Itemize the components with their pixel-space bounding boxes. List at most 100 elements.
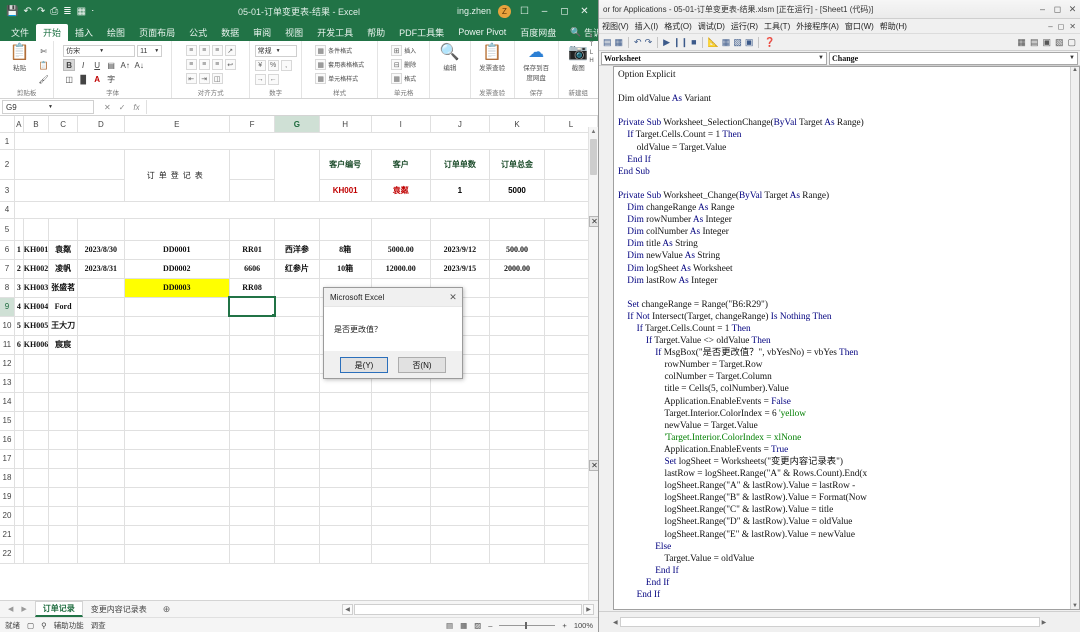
cell-blank[interactable] — [14, 179, 125, 203]
column-header-B[interactable]: B — [23, 116, 50, 134]
scroll-left-icon[interactable]: ◀ — [342, 603, 353, 615]
cell-empty[interactable] — [228, 543, 276, 564]
cell-order-date[interactable] — [77, 315, 125, 336]
print-icon[interactable]: ⎙ — [50, 6, 58, 17]
cell-empty[interactable] — [370, 543, 431, 564]
cell-order-date[interactable]: 2023/8/30 — [77, 239, 125, 260]
cell-order-date[interactable] — [77, 277, 125, 298]
cell-empty[interactable] — [274, 543, 320, 564]
page-break-view-icon[interactable]: ▨ — [474, 621, 481, 630]
cell-blank[interactable] — [14, 201, 598, 219]
sheet-tab-order-records[interactable]: 订单记录 — [34, 601, 83, 617]
cell-empty[interactable] — [22, 448, 50, 469]
zoom-out-icon[interactable]: – — [488, 621, 492, 630]
menu-window[interactable]: 窗口(W) — [845, 21, 874, 32]
cell-empty[interactable] — [13, 505, 24, 526]
add-sheet-icon[interactable]: ⊕ — [155, 604, 179, 615]
cell-empty[interactable] — [48, 353, 79, 374]
cell-empty[interactable] — [318, 505, 372, 526]
run-icon[interactable]: ▶ — [663, 37, 670, 48]
cell-empty[interactable] — [370, 410, 431, 431]
font-size-combobox[interactable]: 11 ▼ — [137, 45, 163, 57]
cell-empty[interactable] — [22, 410, 50, 431]
cell-est-amount[interactable]: 5000.00 — [370, 239, 431, 260]
cell-empty[interactable] — [48, 486, 79, 507]
font-name-combobox[interactable]: 仿宋 ▼ — [63, 45, 136, 57]
cell-empty[interactable] — [22, 372, 50, 393]
cell-customer-id[interactable]: KH002 — [22, 258, 50, 279]
cell-empty[interactable] — [77, 524, 125, 545]
cell-empty[interactable] — [13, 543, 24, 564]
cell-empty[interactable] — [48, 372, 79, 393]
ribbon-display-icon[interactable]: ☐ — [518, 6, 531, 17]
cell-est-amount[interactable]: 12000.00 — [370, 258, 431, 279]
cell-empty[interactable] — [123, 353, 230, 374]
menu-addins[interactable]: 外接程序(A) — [796, 21, 839, 32]
row-header[interactable]: 4 — [0, 201, 15, 219]
cell-customer[interactable]: 凌帆 — [48, 258, 79, 279]
cell-empty[interactable] — [228, 448, 276, 469]
msgbox-no-button[interactable]: 否(N) — [398, 357, 446, 373]
cell-empty[interactable] — [228, 353, 276, 374]
ribbon-tab-insert[interactable]: 插入 — [68, 24, 100, 41]
cell-empty[interactable] — [123, 391, 230, 412]
row-header[interactable]: 18 — [0, 468, 15, 488]
procedure-dropdown[interactable]: Change ▼ — [829, 51, 1078, 65]
cell-empty[interactable] — [318, 410, 372, 431]
row-header[interactable]: 16 — [0, 430, 15, 450]
column-header-C[interactable]: C — [48, 116, 79, 134]
cell-empty[interactable] — [318, 448, 372, 469]
cell-empty[interactable] — [488, 410, 545, 431]
cell-customer-id[interactable]: KH005 — [22, 315, 50, 336]
undo-icon[interactable]: ↶ — [23, 6, 31, 17]
cell-styles-icon[interactable]: ▦ — [315, 73, 327, 84]
cut-icon[interactable]: ✄ — [38, 45, 50, 57]
cell-seq[interactable]: 1 — [13, 239, 24, 260]
cell-empty[interactable] — [274, 391, 320, 412]
cell-empty[interactable] — [274, 486, 320, 507]
underline-button[interactable]: U — [91, 59, 103, 71]
cell-empty[interactable] — [48, 410, 79, 431]
zoom-in-icon[interactable]: + — [562, 621, 566, 630]
more-icon[interactable]: ⋅ — [91, 6, 94, 17]
row-header[interactable]: 11 — [0, 335, 15, 355]
column-header-J[interactable]: J — [430, 116, 490, 134]
ribbon-tab-formulas[interactable]: 公式 — [182, 24, 214, 41]
cell-empty[interactable] — [22, 353, 50, 374]
ribbon-tab-file[interactable]: 文件 — [4, 24, 36, 41]
object-dropdown[interactable]: Worksheet ▼ — [601, 51, 827, 65]
row-header[interactable]: 1 — [0, 132, 15, 151]
row-header[interactable]: 12 — [0, 354, 15, 374]
cell-delivery-date[interactable]: 2023/9/12 — [429, 239, 490, 260]
cell-empty[interactable] — [48, 543, 79, 564]
cell-customer[interactable]: 王大刀 — [48, 315, 79, 336]
cell-customer[interactable]: Ford — [48, 296, 79, 317]
normal-view-icon[interactable]: ▤ — [446, 621, 453, 630]
cell-empty[interactable] — [123, 372, 230, 393]
currency-icon[interactable]: ¥ — [254, 60, 266, 71]
cell-order-no[interactable] — [123, 315, 230, 336]
cell-order-no[interactable]: DD0001 — [123, 239, 230, 260]
format-painter-icon[interactable]: 🖌 — [38, 73, 50, 85]
cell-product-model[interactable]: 6606 — [228, 258, 276, 279]
row-header[interactable]: 19 — [0, 487, 15, 507]
find-select-button[interactable]: 🔍 编辑 — [434, 45, 466, 73]
watch-icon[interactable]: ▣ — [1042, 37, 1051, 48]
cell-empty[interactable] — [13, 391, 24, 412]
column-header-G[interactable]: G — [274, 116, 320, 134]
cell-empty[interactable] — [274, 372, 320, 393]
cell-deposit[interactable]: 500.00 — [488, 239, 545, 260]
cell-empty[interactable] — [429, 543, 490, 564]
cell-empty[interactable] — [77, 391, 125, 412]
cell-product-name[interactable]: 西洋参 — [274, 239, 320, 260]
minimize-icon[interactable]: ‒ — [1035, 4, 1050, 14]
zoom-level[interactable]: 100% — [574, 621, 593, 630]
cell-customer-id[interactable]: KH006 — [22, 334, 50, 355]
cell-empty[interactable] — [123, 448, 230, 469]
undo-icon[interactable]: ↶ — [634, 37, 642, 48]
row-header[interactable]: 22 — [0, 544, 15, 564]
cell-empty[interactable] — [13, 448, 24, 469]
decrease-font-button[interactable]: A↓ — [133, 59, 145, 71]
cell-empty[interactable] — [77, 467, 125, 488]
code-vertical-scrollbar[interactable]: ▲ ▼ — [1070, 67, 1079, 609]
